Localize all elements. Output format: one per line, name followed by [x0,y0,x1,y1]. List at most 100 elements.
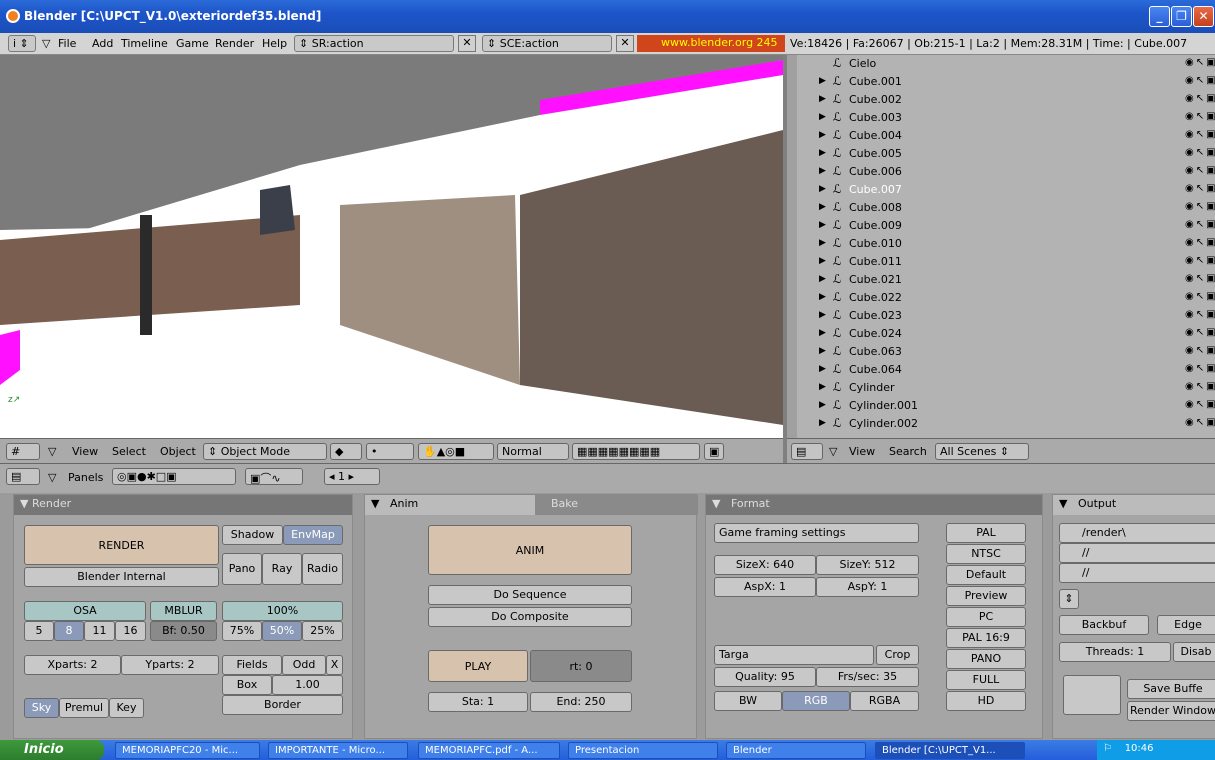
outliner-row[interactable]: ▶ ℒ Cube.002 ◉↖▣ [787,91,1215,109]
expand-arrow-icon[interactable]: ▶ [819,364,826,374]
task-blender-active[interactable]: Blender [C:\UPCT_V1... [875,742,1025,759]
menu-help[interactable]: Help [262,37,287,50]
aspy-field[interactable]: AspY: 1 [816,577,919,597]
context-tabs[interactable]: ◎▣●✱□▣ [112,468,236,485]
size-75-button[interactable]: 75% [222,621,262,641]
shadow-toggle[interactable]: Shadow [222,525,283,545]
expand-arrow-icon[interactable]: ▶ [819,328,826,338]
task-memoriapfc-pdf[interactable]: MEMORIAPFC.pdf - A... [418,742,560,759]
network-icon[interactable]: ⚐ [1103,743,1112,754]
menu-select[interactable]: Select [112,445,146,458]
osa-11[interactable]: 11 [84,621,115,641]
pano-toggle[interactable]: Pano [222,553,262,585]
restrict-icons[interactable]: ◉↖▣ [1185,273,1215,284]
restrict-icons[interactable]: ◉↖▣ [1185,165,1215,176]
restrict-icons[interactable]: ◉↖▣ [1185,237,1215,248]
filter-select[interactable]: Box [222,675,272,695]
outliner-row[interactable]: ▶ ℒ Cube.024 ◉↖▣ [787,325,1215,343]
size-50-button[interactable]: 50% [262,621,302,641]
preset-button[interactable]: PANO [946,649,1026,669]
close-button[interactable]: ✕ [1193,6,1214,27]
restrict-icons[interactable]: ◉↖▣ [1185,219,1215,230]
restrict-icons[interactable]: ◉↖▣ [1185,75,1215,86]
outliner-row[interactable]: ▶ ℒ Cube.023 ◉↖▣ [787,307,1215,325]
outliner-row[interactable]: ▶ ℒ Cube.008 ◉↖▣ [787,199,1215,217]
sizey-field[interactable]: SizeY: 512 [816,555,919,575]
premul-toggle[interactable]: Premul [59,698,109,718]
osa-toggle[interactable]: OSA [24,601,146,621]
mode-select[interactable]: ⇕ Object Mode [203,443,327,460]
output-path-backbuf[interactable]: // [1059,543,1215,563]
x-toggle[interactable]: X [326,655,343,675]
preset-button[interactable]: PC [946,607,1026,627]
restrict-icons[interactable]: ◉↖▣ [1185,93,1215,104]
expand-arrow-icon[interactable]: ▶ [819,166,826,176]
restrict-icons[interactable]: ◉↖▣ [1185,147,1215,158]
quality-field[interactable]: Quality: 95 [714,667,816,687]
menu-timeline[interactable]: Timeline [121,37,168,50]
editor-type-icon[interactable]: # [6,443,40,460]
expand-arrow-icon[interactable]: ▶ [819,418,826,428]
restrict-icons[interactable]: ◉↖▣ [1185,309,1215,320]
3d-viewport[interactable]: z↗ [0,55,783,438]
restrict-icons[interactable]: ◉↖▣ [1185,129,1215,140]
panels-menu[interactable]: Panels [68,471,103,484]
outliner-row[interactable]: ▶ ℒ Cube.009 ◉↖▣ [787,217,1215,235]
screen-delete-button[interactable]: ✕ [458,35,476,52]
expand-arrow-icon[interactable]: ▶ [819,220,826,230]
save-buffers-toggle[interactable]: Save Buffe [1127,679,1215,699]
sizex-field[interactable]: SizeX: 640 [714,555,816,575]
key-toggle[interactable]: Key [109,698,144,718]
size-100-button[interactable]: 100% [222,601,343,621]
restrict-icons[interactable]: ◉↖▣ [1185,255,1215,266]
backbuf-toggle[interactable]: Backbuf [1059,615,1149,635]
menu-render[interactable]: Render [215,37,254,50]
size-25-button[interactable]: 25% [302,621,343,641]
rgba-toggle[interactable]: RGBA [850,691,919,711]
disable-tc-toggle[interactable]: Disab [1173,642,1215,662]
restrict-icons[interactable]: ◉↖▣ [1185,291,1215,302]
aspx-field[interactable]: AspX: 1 [714,577,816,597]
collapse-icon[interactable]: ▽ [48,445,56,458]
dispwin-icon[interactable] [1063,675,1121,715]
menu-game[interactable]: Game [176,37,209,50]
restrict-icons[interactable]: ◉↖▣ [1185,363,1215,374]
menu-search[interactable]: Search [889,445,927,458]
expand-arrow-icon[interactable]: ▶ [819,94,826,104]
expand-arrow-icon[interactable]: ▶ [819,256,826,266]
expand-arrow-icon[interactable]: ▶ [819,202,826,212]
outliner-row[interactable]: ▶ ℒ Cylinder ◉↖▣ [787,379,1215,397]
outliner-row[interactable]: ▶ ℒ Cube.064 ◉↖▣ [787,361,1215,379]
expand-arrow-icon[interactable]: ▶ [819,274,826,284]
outliner-row[interactable]: ▶ ℒ Cube.001 ◉↖▣ [787,73,1215,91]
task-blender[interactable]: Blender [726,742,866,759]
expand-arrow-icon[interactable]: ▶ [819,130,826,140]
expand-arrow-icon[interactable]: ▶ [819,346,826,356]
restrict-icons[interactable]: ◉↖▣ [1185,111,1215,122]
blender-site-link[interactable]: www.blender.org 245 [637,35,785,52]
layer-buttons[interactable]: ▦▦▦▦▦▦▦▦ [572,443,700,460]
preset-button[interactable]: FULL [946,670,1026,690]
scene-delete-button[interactable]: ✕ [616,35,634,52]
collapse-icon[interactable]: ▽ [48,471,56,484]
output-path-render[interactable]: /render\ [1059,523,1215,543]
crop-toggle[interactable]: Crop [876,645,919,665]
screen-select[interactable]: ⇕ SR:action [294,35,454,52]
scene-select[interactable]: ⇕ SCE:action [482,35,612,52]
bw-toggle[interactable]: BW [714,691,782,711]
outliner-row[interactable]: ▶ ℒ Cylinder.002 ◉↖▣ [787,415,1215,433]
preset-button[interactable]: Default [946,565,1026,585]
odd-toggle[interactable]: Odd [282,655,326,675]
restrict-icons[interactable]: ◉↖▣ [1185,201,1215,212]
collapse-icon[interactable]: ▽ [829,445,837,458]
start-frame-field[interactable]: Sta: 1 [428,692,528,712]
xparts-field[interactable]: Xparts: 2 [24,655,121,675]
expand-arrow-icon[interactable]: ▶ [819,76,826,86]
draw-type-button[interactable]: ◆ [330,443,362,460]
fields-toggle[interactable]: Fields [222,655,282,675]
restrict-icons[interactable]: ◉↖▣ [1185,57,1215,68]
window-type-icon[interactable]: i ⇕ [8,35,36,52]
outliner-scrollbar[interactable] [787,55,797,438]
render-button[interactable]: RENDER [24,525,219,565]
expand-arrow-icon[interactable]: ▶ [819,238,826,248]
